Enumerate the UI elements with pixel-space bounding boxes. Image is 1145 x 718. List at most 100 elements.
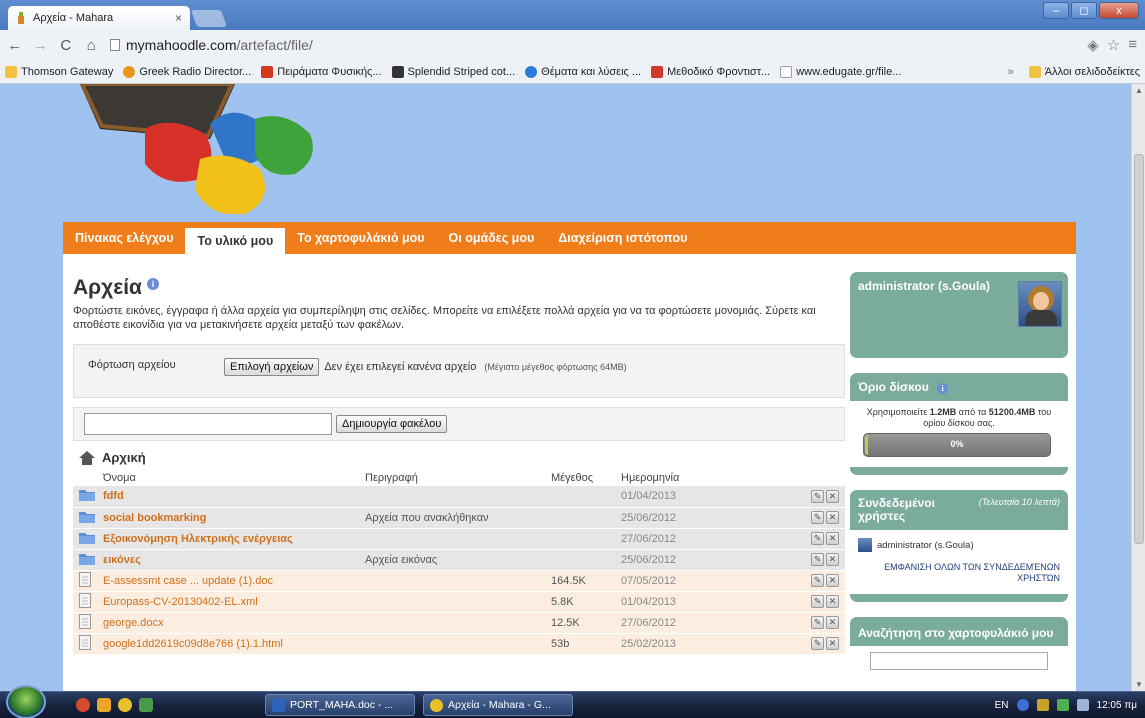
delete-icon[interactable]: ✕ [826,553,839,566]
nav-my-groups[interactable]: Οι ομάδες μου [437,222,547,254]
file-name[interactable]: social bookmarking [103,507,365,529]
info-icon[interactable]: i [937,383,949,394]
back-arrow-icon[interactable]: ← [4,37,26,54]
media-icon[interactable] [76,698,90,712]
image-icon[interactable] [139,698,153,712]
page-scrollbar[interactable]: ▲ ▼ [1131,84,1145,691]
edit-icon[interactable]: ✎ [811,511,824,524]
folder-name-input[interactable] [84,413,332,435]
file-name[interactable]: Εξοικονόμηση Ηλεκτρικής ενέργειας [103,528,365,550]
nav-my-portfolio[interactable]: Το χαρτοφυλάκιό μου [285,222,436,254]
edit-icon[interactable]: ✎ [811,616,824,629]
file-icon[interactable] [79,634,91,653]
folder-icon[interactable] [79,490,95,504]
tray-icon[interactable] [1036,699,1049,711]
taskbar-item-chrome[interactable]: Αρχεία - Mahara - G... [423,694,573,716]
chrome-icon[interactable] [118,698,132,712]
portfolio-search-input[interactable] [870,652,1048,670]
bookmark-item[interactable]: Θέματα και λύσεις ... [520,65,646,78]
bookmark-item[interactable]: Splendid Striped cot... [387,65,521,78]
column-name[interactable]: Όνομα [103,470,365,486]
file-icon[interactable] [79,592,91,611]
nav-site-administration[interactable]: Διαχείριση ιστότοπου [546,222,699,254]
file-name[interactable]: εικόνες [103,549,365,571]
address-bar[interactable]: mymahoodle.com/artefact/file/ [110,34,1087,56]
file-name[interactable]: E-assessmt case ... update (1).doc [103,570,365,592]
folder-icon[interactable] [79,553,95,568]
nav-my-content[interactable]: Το υλικό μου [185,228,286,254]
table-row[interactable]: Europass-CV-20130402-EL.xml 5.8K 01/04/201… [73,591,845,613]
forward-arrow-icon[interactable]: → [30,37,52,54]
reload-icon[interactable]: C [55,37,77,54]
help-icon[interactable] [1016,699,1029,711]
folder-icon[interactable] [79,511,95,526]
edit-icon[interactable]: ✎ [811,553,824,566]
new-tab-button[interactable] [190,10,228,27]
delete-icon[interactable]: ✕ [826,511,839,524]
table-row[interactable]: Εξοικονόμηση Ηλεκτρικής ενέργειας 27/06/2… [73,528,845,550]
file-date: 25/06/2012 [621,507,731,529]
bookmark-item[interactable]: Thomson Gateway [0,65,118,78]
delete-icon[interactable]: ✕ [826,595,839,608]
bookmark-star-icon[interactable]: ☆ [1107,36,1120,54]
folder-icon[interactable] [79,532,95,547]
edit-icon[interactable]: ✎ [811,532,824,545]
table-row[interactable]: george.docx 12.5K 27/06/2012 ✎ ✕ [73,612,845,634]
bookmark-label: Μεθοδικό Φροντιστ... [667,65,771,78]
scrollbar-thumb[interactable] [1134,154,1144,544]
table-row[interactable]: google1dd2619c09d8e766 (1).1.html 53b 25/0… [73,633,845,655]
bookmark-item[interactable]: www.edugate.gr/file... [775,65,906,78]
close-window-button[interactable]: x [1099,2,1139,19]
scroll-up-icon[interactable]: ▲ [1135,86,1143,95]
file-name[interactable]: google1dd2619c09d8e766 (1).1.html [103,633,365,655]
home-icon[interactable] [79,450,95,465]
edit-icon[interactable]: ✎ [811,595,824,608]
language-indicator[interactable]: EN [995,700,1009,711]
edit-icon[interactable]: ✎ [811,489,824,503]
app-icon[interactable] [97,698,111,712]
browser-tab[interactable]: Αρχεία - Mahara × [8,6,190,30]
extension-icon[interactable]: ◈ [1087,36,1099,54]
volume-icon[interactable] [1076,699,1089,711]
menu-icon[interactable]: ≡ [1128,36,1137,54]
delete-icon[interactable]: ✕ [826,489,839,503]
scroll-down-icon[interactable]: ▼ [1135,680,1143,689]
file-icon[interactable] [79,571,91,590]
delete-icon[interactable]: ✕ [826,532,839,545]
file-name[interactable]: george.docx [103,612,365,634]
edit-icon[interactable]: ✎ [811,637,824,650]
bookmark-item[interactable]: Μεθοδικό Φροντιστ... [646,65,775,78]
online-user-item[interactable]: administrator (s.Goula) [858,538,1060,552]
minimize-button[interactable]: – [1043,2,1069,19]
delete-icon[interactable]: ✕ [826,637,839,650]
delete-icon[interactable]: ✕ [826,616,839,629]
bookmark-item[interactable]: Greek Radio Director... [118,65,256,78]
table-row[interactable]: εικόνες Αρχεία εικόνας 25/06/2012 ✎ ✕ [73,549,845,571]
home-icon[interactable]: ⌂ [81,37,103,54]
profile-name[interactable]: administrator (s.Goula) [858,279,990,293]
taskbar-item-word[interactable]: PORT_MAHA.doc - ... [265,694,415,716]
avatar[interactable] [1018,281,1062,327]
file-name[interactable]: fdfd [103,486,365,508]
delete-icon[interactable]: ✕ [826,574,839,587]
other-bookmarks[interactable]: Άλλοι σελιδοδείκτες [1024,65,1145,78]
bookmark-item[interactable]: Πειράματα Φυσικής... [256,65,386,78]
bookmarks-overflow-icon[interactable]: » [998,66,1024,78]
create-folder-button[interactable]: Δημιουργία φακέλου [336,415,448,433]
tab-close-icon[interactable]: × [175,11,182,25]
file-name[interactable]: Europass-CV-20130402-EL.xml [103,591,365,613]
start-button[interactable] [6,685,46,718]
network-icon[interactable] [1056,699,1069,711]
show-all-online-users-link[interactable]: ΕΜΦΑΝΙΣΗ ΟΛΩΝ ΤΩΝ ΣΥΝΔΕΔΕΜΈΝΩΝ ΧΡΗΣΤΏΝ [858,562,1060,584]
table-row[interactable]: E-assessmt case ... update (1).doc 164.5K… [73,570,845,592]
info-icon[interactable]: i [146,278,159,290]
nav-dashboard[interactable]: Πίνακας ελέγχου [63,222,185,254]
choose-files-button[interactable]: Επιλογή αρχείων [224,358,320,376]
breadcrumb-home[interactable]: Αρχική [102,450,146,465]
file-icon[interactable] [79,613,91,632]
table-row[interactable]: social bookmarking Αρχεία που ανακλήθηκαν… [73,507,845,529]
maximize-button[interactable]: ◻ [1071,2,1097,19]
clock[interactable]: 12:05 πμ [1097,700,1137,711]
edit-icon[interactable]: ✎ [811,574,824,587]
table-row[interactable]: fdfd 01/04/2013 ✎ ✕ [73,486,845,508]
